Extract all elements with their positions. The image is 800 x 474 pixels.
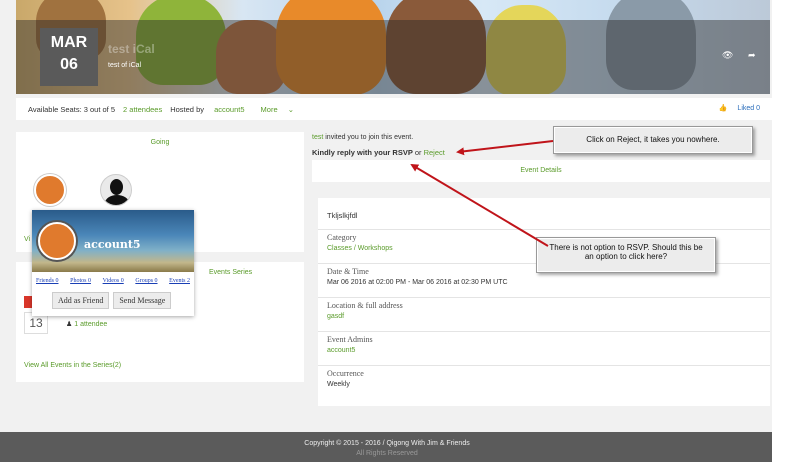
profile-name[interactable]: account5 <box>84 238 141 251</box>
eye-icon[interactable]: 👁 <box>722 50 733 61</box>
rsvp-text: Kindly reply with your RSVP <box>312 148 413 157</box>
event-page: MAR 06 test iCal test of iCal 👁 ➦ Availa… <box>0 0 774 462</box>
reject-annotation: Click on Reject, it takes you nowhere. <box>553 126 753 154</box>
event-day: 06 <box>60 56 78 73</box>
tab-event-details[interactable]: Event Details <box>312 160 770 182</box>
event-description-row: Tkljslkjfdl <box>318 208 770 230</box>
view-all-series-link[interactable]: View All Events in the Series(2) <box>24 362 121 369</box>
tab-photos[interactable]: Photos 0 <box>70 278 91 284</box>
like-button[interactable]: 👍 Liked 0 <box>719 104 768 112</box>
view-all-going-link[interactable]: Vi <box>24 236 30 243</box>
available-seats: Available Seats: 3 out of 5 <box>28 104 116 114</box>
admin-link[interactable]: account5 <box>327 347 770 354</box>
site-footer: Copyright © 2015 - 2016 / Qigong With Ji… <box>0 432 774 462</box>
thumbs-up-icon: 👍 <box>718 105 728 112</box>
profile-tabs: Friends 0 Photos 0 Videos 0 Groups 0 Eve… <box>36 278 190 284</box>
reject-annotation-text: Click on Reject, it takes you nowhere. <box>554 127 752 153</box>
invite-text: test invited you to join this event. <box>312 134 413 141</box>
profile-actions: Add as Friend Send Message <box>52 292 172 309</box>
avatar[interactable] <box>100 174 132 206</box>
detail-label: Occurrence <box>327 369 364 378</box>
page-edge <box>0 464 800 474</box>
more-label: More <box>260 104 278 114</box>
avatar[interactable] <box>34 174 66 206</box>
rsvp-annotation-text: There is not option to RSVP. Should this… <box>537 238 715 272</box>
event-title: test iCal <box>108 42 155 56</box>
chevron-down-icon: ⌄ <box>287 104 295 114</box>
series-marker <box>24 296 32 308</box>
event-details-panel: Tkljslkjfdl Category Classes / Workshops… <box>318 198 770 406</box>
event-admins-row: Event Admins account5 <box>318 332 770 366</box>
rsvp-annotation: There is not option to RSVP. Should this… <box>536 237 716 273</box>
event-month: MAR <box>50 34 88 51</box>
more-dropdown[interactable]: More ⌄ <box>261 105 302 114</box>
reject-link[interactable]: Reject <box>424 148 445 157</box>
avatar[interactable] <box>38 222 76 260</box>
series-attendee-count[interactable]: ♟ 1 attendee <box>66 320 107 328</box>
occurrence-row: Occurrence Weekly <box>318 366 770 400</box>
page-edge <box>772 0 800 474</box>
attendees-link[interactable]: 2 attendees <box>123 105 162 114</box>
tab-videos[interactable]: Videos 0 <box>103 278 124 284</box>
event-description: Tkljslkjfdl <box>327 211 358 220</box>
detail-value: Weekly <box>327 381 350 388</box>
profile-hover-card: account5 Friends 0 Photos 0 Videos 0 Gro… <box>32 210 194 316</box>
share-icon[interactable]: ➦ <box>748 50 756 61</box>
hosted-by-label: Hosted by account5 <box>170 105 252 114</box>
event-info-bar: Available Seats: 3 out of 5 2 attendees … <box>16 98 774 120</box>
send-message-button[interactable]: Send Message <box>113 292 172 309</box>
detail-value: Mar 06 2016 at 02:00 PM - Mar 06 2016 at… <box>327 279 508 286</box>
tab-events[interactable]: Events 2 <box>169 278 190 284</box>
tab-friends[interactable]: Friends 0 <box>36 278 59 284</box>
user-icon: ♟ <box>66 321 73 328</box>
detail-label: Event Admins <box>327 335 373 344</box>
rights-text: All Rights Reserved <box>356 450 418 457</box>
host-link[interactable]: account5 <box>214 105 244 114</box>
hosted-label: Hosted by <box>170 104 204 114</box>
location-link[interactable]: gasdf <box>327 313 770 320</box>
banner-overlay <box>16 20 770 94</box>
or-text: or <box>414 148 422 157</box>
inviter-link[interactable]: test <box>312 134 323 141</box>
add-friend-button[interactable]: Add as Friend <box>52 292 110 309</box>
event-cover-banner: MAR 06 test iCal test of iCal 👁 ➦ <box>16 0 770 94</box>
rsvp-prompt: Kindly reply with your RSVP or Reject <box>312 148 445 157</box>
invite-message: invited you to join this event. <box>325 134 414 141</box>
event-subtitle: test of iCal <box>108 62 142 69</box>
location-row: Location & full address gasdf <box>318 298 770 332</box>
detail-label: Location & full address <box>327 301 403 310</box>
going-title: Going <box>150 139 170 146</box>
liked-count: Liked 0 <box>737 105 760 112</box>
copyright-text: Copyright © 2015 - 2016 / Qigong With Ji… <box>304 440 470 447</box>
event-date-badge: MAR 06 <box>40 28 98 86</box>
attendee-count-link[interactable]: 1 attendee <box>74 321 107 328</box>
tab-groups[interactable]: Groups 0 <box>135 278 157 284</box>
events-series-title: Events Series <box>209 269 253 276</box>
